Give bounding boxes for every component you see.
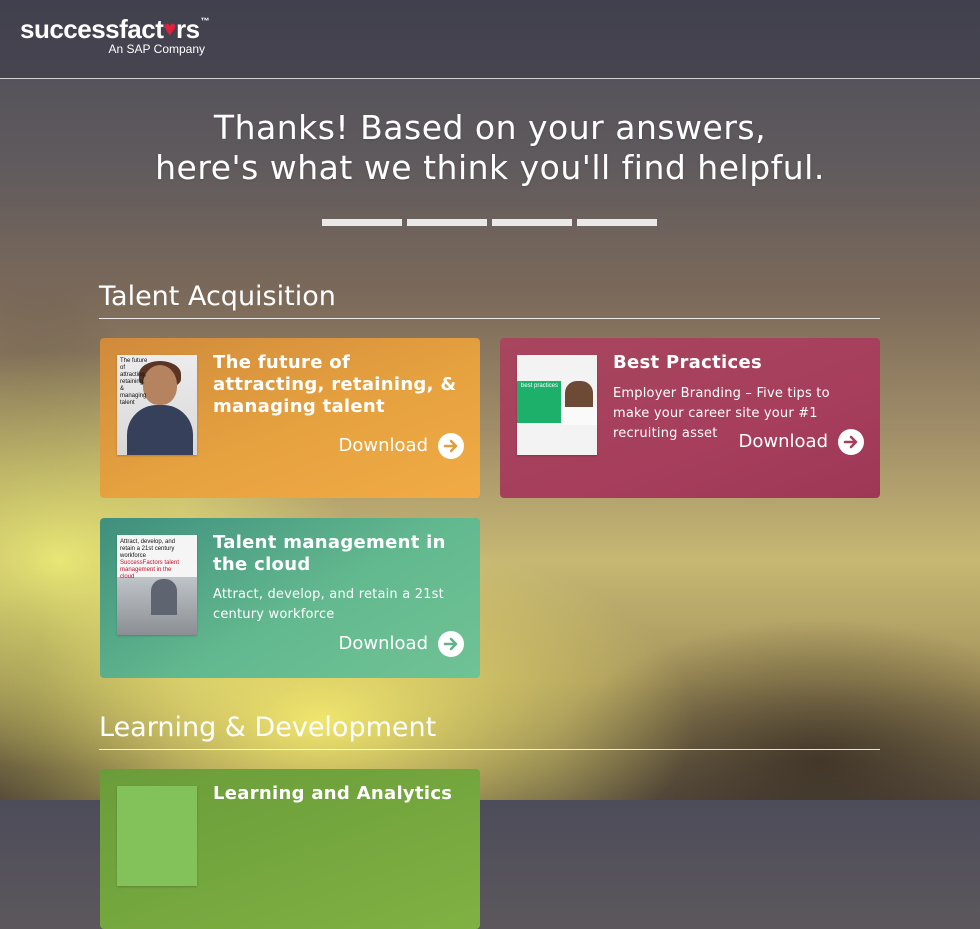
resource-card-learning-analytics: Learning and Analytics — [100, 769, 480, 929]
download-label: Download — [338, 633, 428, 654]
section-title-talent-acquisition: Talent Acquisition — [99, 280, 880, 319]
progress-step — [322, 219, 402, 226]
card-title: Talent management in the cloud — [213, 532, 446, 575]
arrow-right-icon — [838, 429, 864, 455]
progress-step — [577, 219, 657, 226]
thumbnail-caption: The future of attracting, retaining, & m… — [120, 358, 148, 406]
thumbnail-caption: Attract, develop, and retain a 21st cent… — [120, 539, 180, 580]
arrow-right-icon — [438, 433, 464, 459]
card-title: Learning and Analytics — [213, 783, 453, 804]
logo-subtitle: An SAP Company — [108, 42, 206, 56]
hero-line-1: Thanks! Based on your answers, — [213, 108, 767, 147]
resource-card-talent-cloud: Attract, develop, and retain a 21st cent… — [100, 518, 480, 678]
logo-text-right: rs — [175, 14, 200, 44]
logo-wordmark: successfact ♥ rs ™ — [20, 14, 210, 44]
card-title: The future of attracting, retaining, & m… — [213, 352, 457, 417]
resource-thumbnail: The future of attracting, retaining, & m… — [117, 355, 197, 455]
arrow-right-icon — [438, 631, 464, 657]
successfactors-logo[interactable]: successfact ♥ rs ™ An SAP Company — [20, 14, 210, 56]
download-button[interactable]: Download — [339, 433, 464, 459]
logo-text-left: successfact — [20, 14, 164, 44]
site-header: successfact ♥ rs ™ An SAP Company — [0, 0, 980, 79]
resource-card-future-talent: The future of attracting, retaining, & m… — [100, 338, 480, 498]
trademark-symbol: ™ — [200, 16, 210, 26]
resource-thumbnail: Attract, develop, and retain a 21st cent… — [117, 535, 197, 635]
resource-thumbnail — [117, 786, 197, 886]
download-label: Download — [338, 435, 428, 456]
download-button[interactable]: Download — [339, 631, 464, 657]
download-button[interactable]: Download — [739, 429, 864, 455]
card-description: Attract, develop, and retain a 21st cent… — [213, 587, 444, 622]
hero-line-2: here's what we think you'll find helpful… — [155, 148, 825, 187]
progress-indicator — [322, 219, 657, 226]
resource-card-best-practices: best practices Best Practices Employer B… — [500, 338, 880, 498]
progress-step — [492, 219, 572, 226]
download-label: Download — [738, 431, 828, 452]
card-title: Best Practices — [613, 352, 762, 373]
section-title-learning-development: Learning & Development — [99, 711, 880, 750]
resource-thumbnail: best practices — [517, 355, 597, 455]
hero-heading: Thanks! Based on your answers, here's wh… — [0, 108, 980, 188]
progress-step — [407, 219, 487, 226]
thumbnail-caption: best practices — [521, 383, 559, 389]
heart-icon: ♥ — [163, 16, 176, 41]
